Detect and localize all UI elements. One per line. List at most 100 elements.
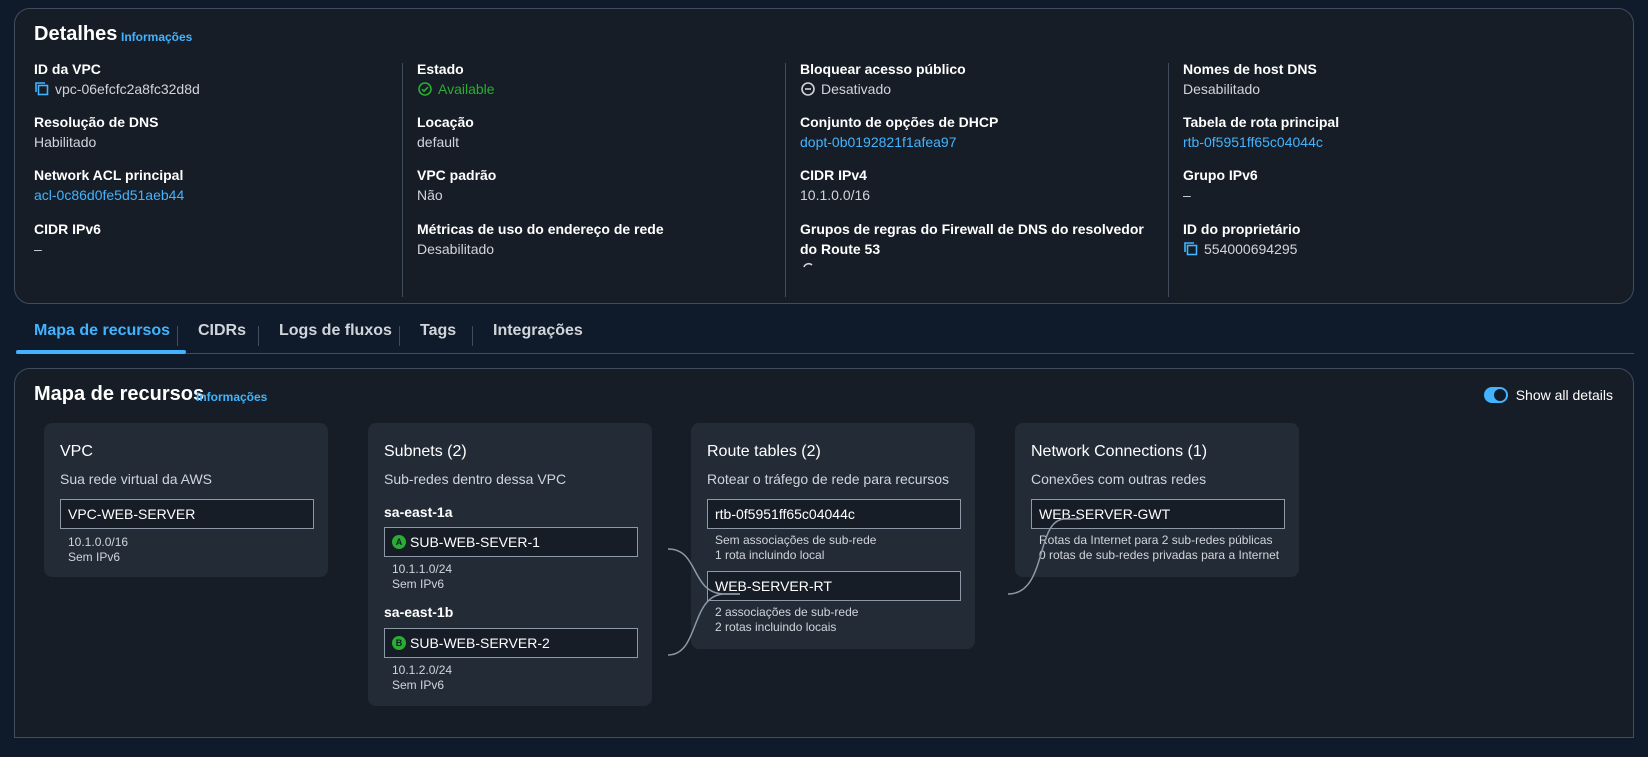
field-network-acl: Network ACL principal acl-0c86d0fe5d51ae… [34,165,184,205]
field-state: Estado Available [417,59,495,99]
tab-cidrs[interactable]: CIDRs [198,322,246,340]
check-circle-icon [417,81,433,97]
card-title: VPC [60,443,93,460]
field-ipv6-cidr: CIDR IPv6 – [34,219,101,259]
field-network-metrics: Métricas de uso do endereço de rede Desa… [417,219,664,259]
card-title: Network Connections (1) [1031,443,1208,460]
card-subtitle: Sua rede virtual da AWS [60,471,213,487]
node-meta: 2 associações de sub-rede 2 rotas inclui… [715,605,859,634]
availability-zone-label: sa-east-1b [384,604,454,620]
tab-integrations[interactable]: Integrações [493,322,583,340]
network-connections-card: Network Connections (1) Conexões com out… [1015,423,1299,577]
field-main-route-table: Tabela de rota principal rtb-0f5951ff65c… [1183,112,1339,152]
toggle-label: Show all details [1515,387,1613,403]
gateway-node[interactable]: WEB-SERVER-GWT [1031,499,1285,529]
card-subtitle: Conexões com outras redes [1031,471,1207,487]
field-label: Bloquear acesso público [800,61,966,77]
field-label: Estado [417,61,464,77]
block-public-access-value: Desativado [821,81,892,97]
field-default-vpc: VPC padrão Não [417,165,496,205]
loading-spinner-icon [800,259,816,275]
tab-resource-map[interactable]: Mapa de recursos [34,322,170,340]
route-table-node[interactable]: WEB-SERVER-RT [707,571,961,601]
field-value [800,259,1160,275]
vpc-card: VPC Sua rede virtual da AWS VPC-WEB-SERV… [44,423,328,577]
field-value: – [34,241,42,257]
card-subtitle: Rotear o tráfego de rede para recursos [707,471,950,487]
subnets-card: Subnets (2) Sub-redes dentro dessa VPC s… [368,423,652,706]
field-label: CIDR IPv4 [800,167,867,183]
field-value: Habilitado [34,134,97,150]
subnet-node[interactable]: A SUB-WEB-SEVER-1 [384,527,638,557]
field-value: Desabilitado [417,241,495,257]
subnet-name: SUB-WEB-SEVER-1 [410,534,540,550]
field-value: Available [417,79,495,99]
tab-flow-logs[interactable]: Logs de fluxos [279,322,392,340]
field-block-public-access: Bloquear acesso público Desativado [800,59,966,99]
tab-bar: Mapa de recursos CIDRs Logs de fluxos Ta… [16,322,1634,354]
route-table-node[interactable]: rtb-0f5951ff65c04044c [707,499,961,529]
minus-circle-icon [800,81,816,97]
tab-tags[interactable]: Tags [420,322,456,340]
tab-separator [177,326,178,346]
field-label: VPC padrão [417,167,497,183]
node-meta: 10.1.0.0/16 Sem IPv6 [68,535,129,564]
field-label: Conjunto de opções de DHCP [800,114,999,130]
card-title: Route tables (2) [707,443,821,460]
field-label: Locação [417,114,474,130]
copy-icon[interactable] [1183,241,1199,257]
node-meta: 10.1.2.0/24 Sem IPv6 [392,663,453,692]
details-panel: Detalhes Informações ID da VPC vpc-06efc… [14,8,1634,304]
field-value: Desativado [800,79,966,99]
node-meta: Rotas da Internet para 2 sub-redes públi… [1039,533,1280,562]
field-owner-id: ID do proprietário 554000694295 [1183,219,1300,259]
field-value: Desabilitado [1183,81,1261,97]
field-dns-firewall: Grupos de regras do Firewall de DNS do r… [800,219,1160,275]
field-ipv6-pool: Grupo IPv6 – [1183,165,1258,205]
availability-zone-label: sa-east-1a [384,504,453,520]
tab-separator [472,326,473,346]
tab-separator [399,326,400,346]
active-tab-indicator [16,350,186,354]
card-title: Subnets (2) [384,443,467,460]
dhcp-options-link[interactable]: dopt-0b0192821f1afea97 [800,132,998,152]
field-label: Resolução de DNS [34,114,159,130]
field-value: 554000694295 [1183,239,1300,259]
tab-separator [258,326,259,346]
network-acl-link[interactable]: acl-0c86d0fe5d51aeb44 [34,185,184,205]
field-label: Network ACL principal [34,167,184,183]
resource-map-title: Mapa de recursos [34,383,205,405]
state-value: Available [438,81,495,97]
field-label: ID da VPC [34,61,101,77]
show-all-details-toggle[interactable]: Show all details [1483,387,1613,403]
details-title: Detalhes [34,23,118,45]
subnet-name: SUB-WEB-SERVER-2 [410,635,550,651]
field-label: Nomes de host DNS [1183,61,1317,77]
field-value: default [417,134,460,150]
vpc-node[interactable]: VPC-WEB-SERVER [60,499,314,529]
field-dns-hostnames: Nomes de host DNS Desabilitado [1183,59,1317,99]
field-label: Grupos de regras do Firewall de DNS do r… [800,221,1144,257]
field-label: Grupo IPv6 [1183,167,1258,183]
toggle-switch[interactable] [1483,387,1508,403]
main-route-table-link[interactable]: rtb-0f5951ff65c04044c [1183,132,1339,152]
field-label: CIDR IPv6 [34,221,101,237]
field-ipv4-cidr: CIDR IPv4 10.1.0.0/16 [800,165,870,205]
field-value: – [1183,187,1191,203]
resource-map-info-link[interactable]: Informações [196,390,267,404]
field-value: 10.1.0.0/16 [800,187,871,203]
details-info-link[interactable]: Informações [121,30,192,44]
column-divider [402,63,403,297]
route-tables-card: Route tables (2) Rotear o tráfego de red… [691,423,975,649]
owner-id-value: 554000694295 [1204,241,1298,257]
card-subtitle: Sub-redes dentro dessa VPC [384,471,567,487]
az-badge-icon: A [392,535,406,549]
node-meta: Sem associações de sub-rede 1 rota inclu… [715,533,877,562]
field-value: vpc-06efcfc2a8fc32d8d [34,79,200,99]
copy-icon[interactable] [34,81,50,97]
node-meta: 10.1.1.0/24 Sem IPv6 [392,562,453,591]
subnet-node[interactable]: B SUB-WEB-SERVER-2 [384,628,638,658]
field-label: Tabela de rota principal [1183,114,1340,130]
column-divider [785,63,786,297]
field-tenancy: Locação default [417,112,474,152]
